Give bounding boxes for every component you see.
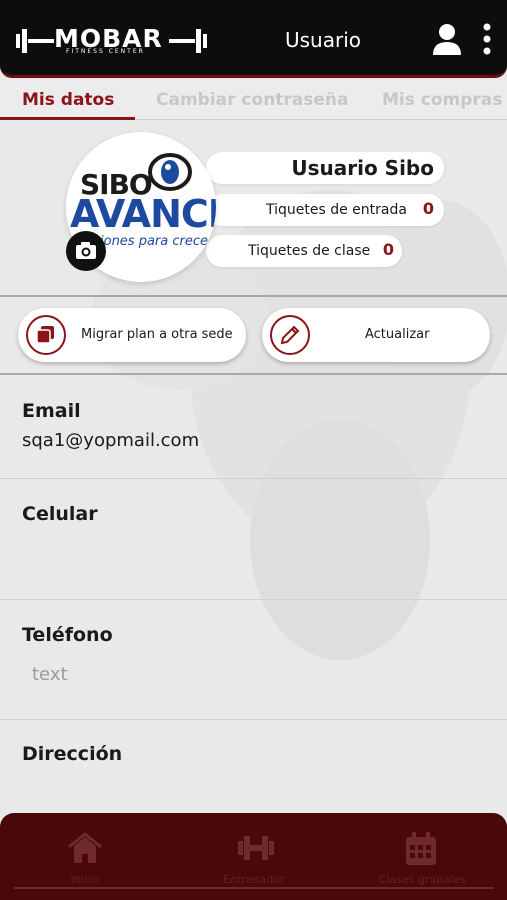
pencil-icon [280,325,300,345]
eye-icon [148,153,192,191]
update-icon-circle [270,315,310,355]
app-header: MOBAR FITNESS CENTER Usuario [0,0,507,78]
copy-icon [36,326,54,344]
entry-tickets-pill: Tiquetes de entrada 0 [206,194,444,226]
email-label: Email [22,400,81,422]
logo-subtext: FITNESS CENTER [66,48,145,55]
email-value[interactable]: sqa1@yopmail.com [22,430,199,451]
class-tickets-label: Tiquetes de clase [248,243,371,259]
mobile-field[interactable] [22,535,482,575]
home-icon [68,832,102,863]
camera-icon [76,242,96,259]
update-label: Actualizar [365,327,430,342]
nav-entrenador[interactable]: Entrenador [199,831,309,891]
section-divider [0,295,507,297]
class-tickets-pill: Tiquetes de clase 0 [206,235,402,267]
phone-label: Teléfono [22,624,113,646]
nav-clases-grupales[interactable]: Clases grupales [367,831,477,891]
entry-tickets-value: 0 [422,199,434,218]
page-title: Usuario [285,28,362,52]
nav-inicio-label: Inicio [70,873,100,886]
user-name: Usuario Sibo [291,156,434,180]
update-button[interactable]: Actualizar [262,308,490,362]
tab-mis-datos[interactable]: Mis datos [22,90,114,110]
change-photo-button[interactable] [66,231,106,271]
avatar-logo-text-3: iones para crecer [100,234,214,249]
field-divider [0,719,507,720]
migrate-icon-circle [26,315,66,355]
tab-mis-compras[interactable]: Mis compras [382,90,502,110]
home-indicator [14,887,494,889]
barbell-right-icon [169,29,207,53]
phone-field[interactable]: text [32,664,68,685]
user-name-pill: Usuario Sibo [206,152,444,184]
section-divider [0,373,507,375]
tab-bar: Mis datos Cambiar contraseña Mis compras [0,80,507,120]
entry-tickets-label: Tiquetes de entrada [266,202,407,218]
address-label: Dirección [22,743,123,765]
kebab-menu-icon[interactable] [478,22,496,56]
nav-entrenador-label: Entrenador [223,873,285,886]
migrate-plan-label: Migrar plan a otra sede [81,327,233,342]
field-divider [0,478,507,479]
field-divider [0,599,507,600]
mobile-label: Celular [22,503,98,525]
dumbbell-icon [238,836,274,860]
class-tickets-value: 0 [382,240,394,259]
migrate-plan-button[interactable]: Migrar plan a otra sede [18,308,246,362]
calendar-icon [406,832,436,865]
nav-clases-grupales-label: Clases grupales [378,873,466,886]
barbell-left-icon [16,29,54,53]
nav-inicio[interactable]: Inicio [30,831,140,891]
active-tab-indicator [0,117,135,120]
avatar-logo-text-2: AVANCE [70,192,216,236]
brand-logo: MOBAR FITNESS CENTER [14,24,209,58]
tab-cambiar-contrasena[interactable]: Cambiar contraseña [156,90,349,110]
user-icon[interactable] [430,22,464,56]
